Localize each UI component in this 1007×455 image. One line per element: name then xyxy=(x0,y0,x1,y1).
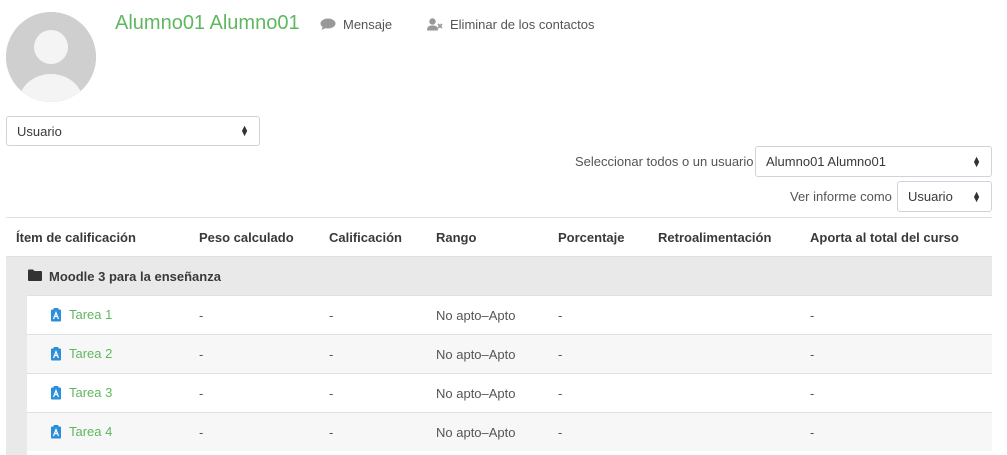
assignment-icon xyxy=(51,424,61,438)
cell-grade: - xyxy=(329,308,334,323)
grade-item-name: Tarea 1 xyxy=(69,307,113,322)
table-row: Tarea 4 - - No apto–Apto - - xyxy=(27,412,992,451)
cell-grade: - xyxy=(329,386,334,401)
header-feedback: Retroalimentación xyxy=(658,230,772,245)
cell-percent: - xyxy=(558,386,563,401)
cell-weight: - xyxy=(199,386,204,401)
assignment-icon xyxy=(51,307,61,321)
cell-range: No apto–Apto xyxy=(436,308,516,323)
cell-contribution: - xyxy=(810,425,815,440)
cell-grade: - xyxy=(329,347,334,362)
folder-icon xyxy=(28,269,42,281)
header-range: Rango xyxy=(436,230,477,245)
grade-item-link[interactable]: Tarea 3 xyxy=(50,385,112,400)
cell-percent: - xyxy=(558,308,563,323)
table-header: Ítem de calificación Peso calculado Cali… xyxy=(6,217,992,256)
user-avatar xyxy=(6,12,96,102)
table-row: Tarea 2 - - No apto–Apto - - xyxy=(27,334,992,373)
remove-contact-label: Eliminar de los contactos xyxy=(450,17,595,32)
table-row: Tarea 3 - - No apto–Apto - - xyxy=(27,373,992,412)
assignment-icon xyxy=(51,346,61,360)
report-type-select[interactable]: Usuario ▲ ▼ xyxy=(6,116,260,146)
cell-contribution: - xyxy=(810,386,815,401)
cell-contribution: - xyxy=(810,347,815,362)
view-as-label: Ver informe como xyxy=(790,189,892,204)
select-arrows-icon: ▲ ▼ xyxy=(972,153,981,169)
header-grade: Calificación xyxy=(329,230,402,245)
view-as-value: Usuario xyxy=(908,189,953,204)
select-user-value: Alumno01 Alumno01 xyxy=(766,154,886,169)
cell-contribution: - xyxy=(810,308,815,323)
grade-item-name: Tarea 3 xyxy=(69,385,113,400)
report-type-value: Usuario xyxy=(17,123,62,139)
grade-item-name: Tarea 4 xyxy=(69,424,113,439)
category-row: Moodle 3 para la enseñanza xyxy=(6,256,992,295)
chat-icon xyxy=(320,18,336,30)
profile-name[interactable]: Alumno01 Alumno01 xyxy=(115,12,300,35)
view-as-dropdown[interactable]: Usuario ▲ ▼ xyxy=(897,181,992,212)
cell-weight: - xyxy=(199,347,204,362)
grade-table: Ítem de calificación Peso calculado Cali… xyxy=(6,217,992,455)
header-contribution: Aporta al total del curso xyxy=(810,230,959,245)
category-name: Moodle 3 para la enseñanza xyxy=(49,269,221,284)
cell-range: No apto–Apto xyxy=(436,386,516,401)
cell-range: No apto–Apto xyxy=(436,425,516,440)
message-label: Mensaje xyxy=(343,17,393,32)
category-indent-bar xyxy=(6,295,27,455)
header-grade-item: Ítem de calificación xyxy=(16,230,136,245)
grade-item-link[interactable]: Tarea 4 xyxy=(50,424,112,439)
remove-contact-link[interactable]: Eliminar de los contactos xyxy=(427,17,595,32)
cell-percent: - xyxy=(558,347,563,362)
grade-item-name: Tarea 2 xyxy=(69,346,113,361)
grade-item-link[interactable]: Tarea 2 xyxy=(50,346,112,361)
cell-percent: - xyxy=(558,425,563,440)
select-arrows-icon: ▲ ▼ xyxy=(240,123,249,138)
select-user-label: Seleccionar todos o un usuario xyxy=(575,154,754,169)
cell-grade: - xyxy=(329,425,334,440)
cell-weight: - xyxy=(199,425,204,440)
header-weight: Peso calculado xyxy=(199,230,294,245)
message-link[interactable]: Mensaje xyxy=(320,17,392,32)
select-arrows-icon: ▲ ▼ xyxy=(972,188,981,204)
grade-item-link[interactable]: Tarea 1 xyxy=(50,307,112,322)
table-row: Tarea 1 - - No apto–Apto - - xyxy=(27,295,992,334)
remove-user-icon xyxy=(427,18,443,31)
header-percent: Porcentaje xyxy=(558,230,625,245)
select-user-dropdown[interactable]: Alumno01 Alumno01 ▲ ▼ xyxy=(755,146,992,177)
assignment-icon xyxy=(51,385,61,399)
cell-weight: - xyxy=(199,308,204,323)
cell-range: No apto–Apto xyxy=(436,347,516,362)
